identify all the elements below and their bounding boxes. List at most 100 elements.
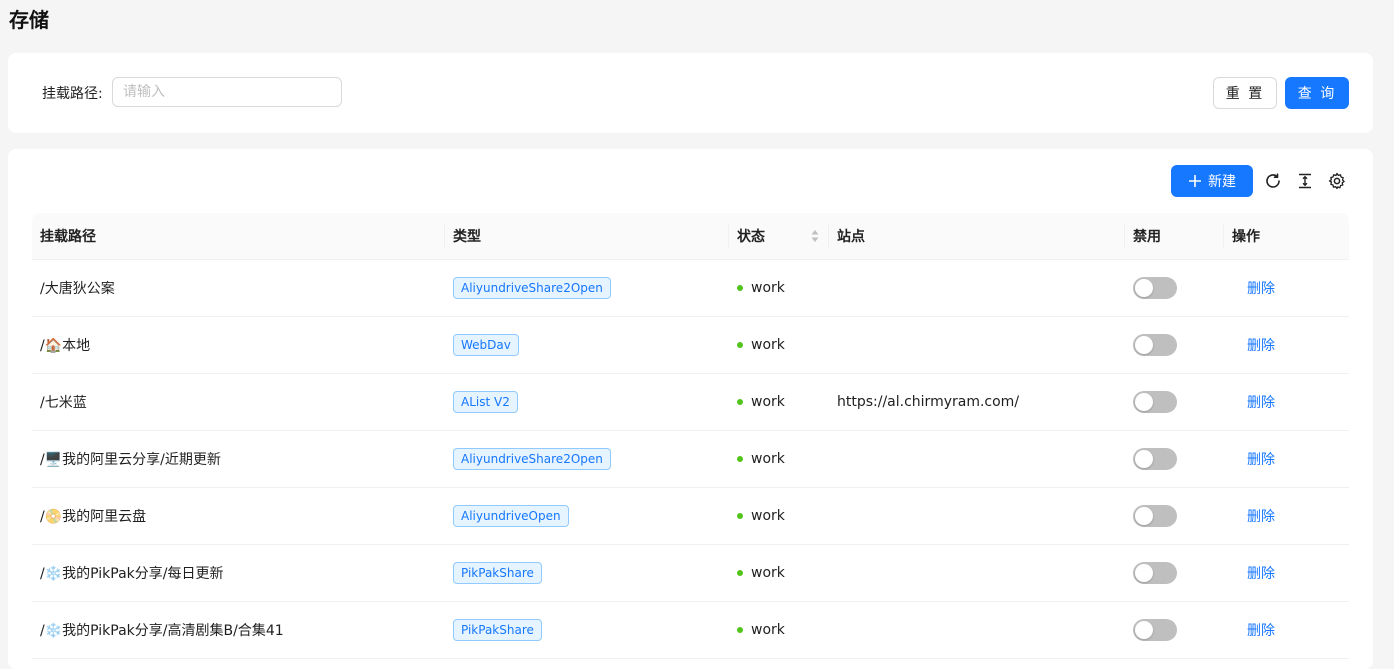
table-row: /🖥️我的阿里云分享/近期更新 AliyundriveShare2Open wo… [32, 431, 1349, 488]
table-row: /📀我的阿里云盘 AliyundriveOpen work 删除 [32, 488, 1349, 545]
status-cell: work [737, 431, 785, 487]
type-tag: AliyundriveShare2Open [453, 448, 611, 470]
status-cell: work [737, 374, 785, 430]
storage-table-card: 新建 挂载路径 类型 状态 站点 禁用 操作 /大唐狄公案 Aliyundriv… [8, 149, 1373, 669]
mount-path-input[interactable] [112, 77, 342, 107]
mount-path-cell: /七米蓝 [40, 395, 87, 411]
sort-icon[interactable] [810, 228, 820, 248]
disable-cell [1133, 488, 1177, 544]
delete-link[interactable]: 删除 [1247, 506, 1275, 526]
disable-cell [1133, 602, 1177, 658]
toggle-knob [1135, 336, 1153, 354]
status-text: work [751, 280, 785, 296]
disable-toggle[interactable] [1133, 505, 1177, 527]
type-cell: AliyundriveOpen [453, 488, 569, 544]
status-text: work [751, 565, 785, 581]
toggle-knob [1135, 450, 1153, 468]
column-disabled: 禁用 [1133, 229, 1161, 245]
status-dot-icon [737, 627, 743, 633]
action-cell: 删除 [1247, 260, 1275, 316]
disable-cell [1133, 545, 1177, 601]
action-cell: 删除 [1247, 602, 1275, 658]
delete-link[interactable]: 删除 [1247, 392, 1275, 412]
page-title: 存储 [9, 8, 49, 32]
disable-cell [1133, 431, 1177, 487]
type-tag: AliyundriveShare2Open [453, 277, 611, 299]
toggle-knob [1135, 564, 1153, 582]
action-cell: 删除 [1247, 374, 1275, 430]
table-row: /🏠本地 WebDav work 删除 [32, 317, 1349, 374]
disable-cell [1133, 317, 1177, 373]
delete-link[interactable]: 删除 [1247, 449, 1275, 469]
status-cell: work [737, 260, 785, 316]
column-site: 站点 [837, 229, 865, 245]
status-dot-icon [737, 342, 743, 348]
disable-toggle[interactable] [1133, 334, 1177, 356]
type-tag: PikPakShare [453, 562, 542, 584]
query-button[interactable]: 查 询 [1285, 77, 1349, 109]
disable-toggle[interactable] [1133, 277, 1177, 299]
type-cell: PikPakShare [453, 602, 542, 658]
status-dot-icon [737, 570, 743, 576]
column-height-icon[interactable] [1295, 171, 1315, 191]
type-tag: AList V2 [453, 391, 518, 413]
delete-link[interactable]: 删除 [1247, 278, 1275, 298]
type-cell: AliyundriveShare2Open [453, 431, 611, 487]
mount-path-cell: /🖥️我的阿里云分享/近期更新 [40, 452, 221, 468]
status-cell: work [737, 602, 785, 658]
disable-toggle[interactable] [1133, 619, 1177, 641]
table-row: /七米蓝 AList V2 work https://al.chirmyram.… [32, 374, 1349, 431]
storage-table: 挂载路径 类型 状态 站点 禁用 操作 /大唐狄公案 AliyundriveSh… [32, 213, 1349, 659]
disable-toggle[interactable] [1133, 391, 1177, 413]
type-tag: PikPakShare [453, 619, 542, 641]
disable-toggle[interactable] [1133, 562, 1177, 584]
reload-icon[interactable] [1263, 171, 1283, 191]
delete-link[interactable]: 删除 [1247, 620, 1275, 640]
column-action: 操作 [1232, 229, 1260, 245]
type-cell: AliyundriveShare2Open [453, 260, 611, 316]
column-status[interactable]: 状态 [737, 213, 765, 259]
status-cell: work [737, 317, 785, 373]
status-text: work [751, 394, 785, 410]
status-dot-icon [737, 285, 743, 291]
disable-cell [1133, 374, 1177, 430]
table-body: /大唐狄公案 AliyundriveShare2Open work 删除 /🏠本… [32, 260, 1349, 659]
action-cell: 删除 [1247, 431, 1275, 487]
delete-link[interactable]: 删除 [1247, 563, 1275, 583]
disable-cell [1133, 260, 1177, 316]
toggle-knob [1135, 621, 1153, 639]
column-type: 类型 [453, 229, 481, 245]
new-storage-label: 新建 [1208, 174, 1236, 190]
status-dot-icon [737, 513, 743, 519]
status-dot-icon [737, 456, 743, 462]
mount-path-cell: /❄️我的PikPak分享/每日更新 [40, 566, 224, 582]
mount-path-cell: /大唐狄公案 [40, 281, 115, 297]
site-cell: https://al.chirmyram.com/ [837, 394, 1020, 410]
column-path: 挂载路径 [40, 229, 96, 245]
action-cell: 删除 [1247, 317, 1275, 373]
toggle-knob [1135, 507, 1153, 525]
status-text: work [751, 451, 785, 467]
table-row: /❄️我的PikPak分享/高清剧集B/合集41 PikPakShare wor… [32, 602, 1349, 659]
reset-button[interactable]: 重 置 [1213, 77, 1277, 109]
status-text: work [751, 337, 785, 353]
status-cell: work [737, 545, 785, 601]
action-cell: 删除 [1247, 545, 1275, 601]
status-dot-icon [737, 399, 743, 405]
settings-icon[interactable] [1327, 171, 1347, 191]
table-row: /大唐狄公案 AliyundriveShare2Open work 删除 [32, 260, 1349, 317]
disable-toggle[interactable] [1133, 448, 1177, 470]
toggle-knob [1135, 393, 1153, 411]
plus-icon [1188, 174, 1202, 188]
search-form: 挂载路径: 重 置 查 询 [8, 53, 1373, 133]
type-cell: AList V2 [453, 374, 518, 430]
toggle-knob [1135, 279, 1153, 297]
action-cell: 删除 [1247, 488, 1275, 544]
type-tag: WebDav [453, 334, 519, 356]
status-cell: work [737, 488, 785, 544]
new-storage-button[interactable]: 新建 [1171, 165, 1253, 197]
delete-link[interactable]: 删除 [1247, 335, 1275, 355]
mount-path-label: 挂载路径: [42, 86, 103, 102]
mount-path-cell: /📀我的阿里云盘 [40, 509, 147, 525]
type-cell: WebDav [453, 317, 519, 373]
